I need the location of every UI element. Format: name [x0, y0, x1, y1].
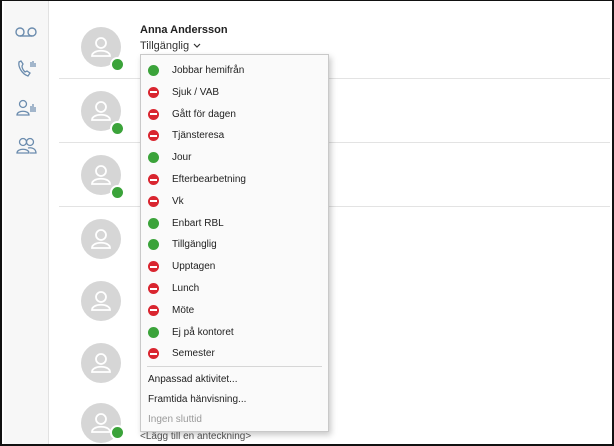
custom-activity-item[interactable]: Anpassad aktivitet... — [148, 374, 238, 385]
presence-dot — [110, 185, 125, 200]
presence-dot — [110, 57, 125, 72]
groups-icon[interactable] — [14, 135, 38, 157]
available-status-icon — [148, 326, 159, 338]
status-option[interactable]: Jobbar hemifrån — [141, 60, 328, 81]
avatar — [81, 343, 121, 383]
busy-status-icon — [148, 174, 159, 185]
person-icon — [91, 37, 111, 57]
person-icon — [91, 101, 111, 121]
status-option[interactable]: Sjuk / VAB — [141, 82, 328, 103]
menu-separator — [147, 366, 322, 367]
avatar — [81, 219, 121, 259]
person-icon — [91, 353, 111, 373]
status-option[interactable]: Efterbearbetning — [141, 169, 328, 190]
contact-name: Anna Andersson — [140, 24, 228, 36]
call-history-icon[interactable] — [14, 58, 38, 80]
status-option-label: Lunch — [172, 283, 200, 294]
status-option[interactable]: Upptagen — [141, 256, 328, 277]
chevron-down-icon — [193, 43, 201, 48]
contact-note[interactable]: <Lägg till en anteckning> — [140, 431, 251, 442]
status-option-label: Jour — [172, 152, 192, 164]
status-option-label: Sjuk / VAB — [172, 86, 220, 98]
status-option[interactable]: Semester — [141, 343, 328, 364]
contacts-presence-icon[interactable] — [14, 97, 38, 119]
status-option[interactable]: Tillgänglig — [141, 234, 328, 255]
status-option-label: Möte — [172, 304, 195, 316]
avatar — [81, 281, 121, 321]
app-window: Anna Andersson Tillgänglig <Lägg till en… — [0, 0, 614, 446]
status-dropdown-menu: Jobbar hemifrån Sjuk / VAB Gått för dagen T… — [140, 54, 329, 432]
person-icon — [91, 291, 111, 311]
status-option-label: Tillgänglig — [172, 239, 217, 251]
busy-status-icon — [148, 283, 159, 294]
status-option-label: Ej på kontoret — [172, 326, 234, 338]
status-option[interactable]: Lunch — [141, 278, 328, 299]
no-end-time-item: Ingen sluttid — [148, 414, 202, 425]
status-option-label: Upptagen — [172, 261, 216, 273]
presence-dot — [110, 425, 125, 440]
available-status-icon — [148, 65, 159, 76]
busy-status-icon — [148, 108, 159, 120]
status-option-label: Efterbearbetning — [172, 174, 246, 185]
navigation-rail — [4, 1, 49, 444]
status-option-label: Tjänsteresa — [172, 130, 225, 142]
busy-status-icon — [148, 348, 159, 360]
busy-status-icon — [148, 130, 159, 142]
status-option-label: Vk — [172, 195, 184, 207]
busy-status-icon — [148, 86, 159, 98]
status-option[interactable]: Möte — [141, 300, 328, 321]
future-redirect-item[interactable]: Framtida hänvisning... — [148, 394, 246, 405]
busy-status-icon — [148, 195, 159, 207]
available-status-icon — [148, 217, 159, 229]
status-option[interactable]: Jour — [141, 147, 328, 168]
presence-dot — [110, 121, 125, 136]
status-option-label: Gått för dagen — [172, 108, 236, 120]
available-status-icon — [148, 152, 159, 164]
available-status-icon — [148, 239, 159, 251]
status-option-label: Enbart RBL — [172, 217, 224, 229]
status-option[interactable]: Enbart RBL — [141, 213, 328, 234]
person-icon — [91, 165, 111, 185]
status-selector[interactable]: Tillgänglig — [140, 40, 201, 52]
status-option[interactable]: Vk — [141, 191, 328, 212]
status-option[interactable]: Tjänsteresa — [141, 125, 328, 146]
busy-status-icon — [148, 261, 159, 273]
busy-status-icon — [148, 304, 159, 316]
status-option-label: Semester — [172, 348, 215, 360]
current-status-label: Tillgänglig — [140, 40, 190, 52]
voicemail-icon[interactable] — [14, 21, 38, 43]
status-option-label: Jobbar hemifrån — [172, 65, 245, 76]
status-option[interactable]: Ej på kontoret — [141, 322, 328, 343]
status-option[interactable]: Gått för dagen — [141, 104, 328, 125]
person-icon — [91, 229, 111, 249]
